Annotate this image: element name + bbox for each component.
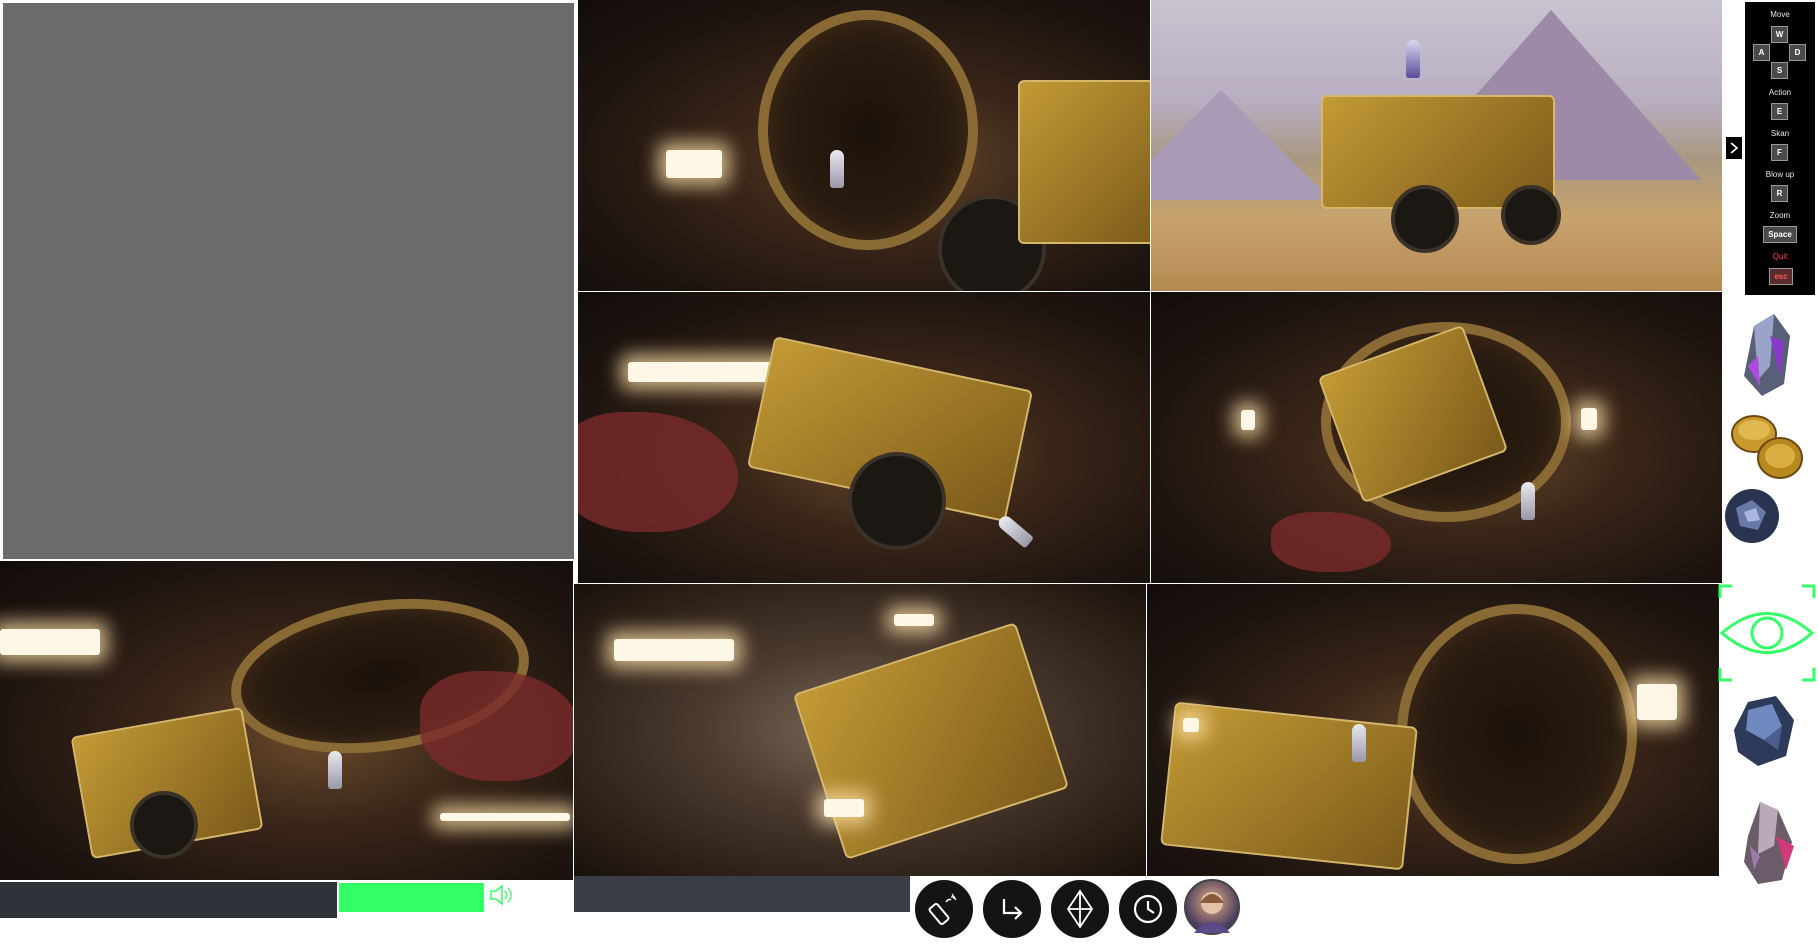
scene-astronaut-at-tunnel-mouth[interactable] bbox=[578, 0, 1150, 291]
crystal-button[interactable] bbox=[1048, 877, 1112, 941]
status-bar-middle bbox=[574, 876, 910, 912]
work-light bbox=[628, 362, 778, 382]
fuel-barrels-icon bbox=[1731, 415, 1803, 479]
tunnel-mouth bbox=[758, 10, 978, 250]
key-f[interactable]: F bbox=[1771, 144, 1788, 161]
rover-wheel bbox=[1501, 185, 1561, 245]
rover-body bbox=[1018, 80, 1150, 244]
dynamite-icon bbox=[928, 893, 957, 926]
clock-button[interactable] bbox=[1116, 877, 1180, 941]
action-label: Action bbox=[1768, 88, 1792, 97]
key-space[interactable]: Space bbox=[1763, 226, 1797, 243]
blowup-label: Blow up bbox=[1765, 170, 1795, 179]
astronaut-avatar[interactable] bbox=[1184, 879, 1240, 935]
work-light bbox=[614, 639, 734, 661]
zoom-label: Zoom bbox=[1769, 211, 1791, 220]
dynamite-button[interactable] bbox=[912, 877, 976, 941]
speaker-icon[interactable] bbox=[489, 884, 513, 906]
scene-rover-tipping-cave[interactable] bbox=[578, 292, 1150, 583]
scene-rover-driving-dust[interactable] bbox=[574, 584, 1146, 876]
quit-label: Quit bbox=[1772, 252, 1788, 261]
scene-astronaut-on-rover-desert[interactable] bbox=[1151, 0, 1722, 291]
controls-panel: Move W A D S Action E Skan F Blow up R Z… bbox=[1745, 2, 1815, 295]
rover-wheel bbox=[130, 791, 198, 859]
collapse-panel-button[interactable] bbox=[1726, 137, 1742, 159]
scene-rover-at-glowing-tunnel[interactable] bbox=[1147, 584, 1719, 876]
key-w[interactable]: W bbox=[1771, 26, 1788, 43]
work-light bbox=[0, 629, 100, 655]
work-light bbox=[666, 150, 722, 178]
work-light bbox=[1241, 410, 1255, 430]
purple-crystal-icon bbox=[1744, 314, 1790, 396]
fuel-barrels-item[interactable] bbox=[1726, 406, 1803, 484]
skan-label: Skan bbox=[1770, 129, 1790, 138]
astronaut-figure bbox=[830, 150, 844, 188]
red-rock bbox=[578, 412, 738, 532]
empty-viewport bbox=[3, 3, 574, 559]
blue-ore-icon bbox=[1734, 696, 1794, 766]
rover-wheel bbox=[1391, 185, 1459, 253]
scene-rover-entering-tunnel[interactable] bbox=[1151, 292, 1722, 583]
turn-right-arrow-icon bbox=[1002, 899, 1023, 920]
red-rock bbox=[1271, 512, 1391, 572]
crystal-icon bbox=[1066, 889, 1094, 929]
red-rock bbox=[420, 671, 573, 781]
rover-headlight bbox=[824, 799, 864, 817]
chevron-right-icon bbox=[1730, 142, 1739, 154]
rover-wheel bbox=[848, 452, 946, 550]
rover-body bbox=[792, 622, 1070, 860]
scan-eye-item[interactable] bbox=[1718, 584, 1816, 682]
astronaut-figure bbox=[995, 513, 1035, 549]
key-a[interactable]: A bbox=[1753, 44, 1770, 61]
astronaut-figure bbox=[1406, 40, 1420, 78]
key-esc[interactable]: esc bbox=[1769, 268, 1793, 285]
tunnel-mouth bbox=[1397, 604, 1637, 864]
astronaut-figure bbox=[328, 751, 342, 789]
health-bar bbox=[339, 883, 484, 912]
eye-icon bbox=[1718, 584, 1816, 682]
rover-headlight bbox=[1183, 718, 1199, 732]
work-light bbox=[1581, 408, 1597, 430]
astronaut-figure bbox=[1352, 724, 1366, 762]
blue-orb-icon bbox=[1725, 489, 1779, 543]
clock-icon bbox=[1133, 894, 1163, 924]
pink-crystal-item[interactable] bbox=[1736, 796, 1802, 884]
scene-rover-and-astronaut-cave[interactable] bbox=[0, 561, 573, 880]
work-light bbox=[1637, 684, 1677, 720]
blue-orb-item[interactable] bbox=[1722, 486, 1788, 564]
key-e[interactable]: E bbox=[1771, 103, 1788, 120]
key-r[interactable]: R bbox=[1771, 185, 1788, 202]
work-light bbox=[894, 614, 934, 626]
mountain-left bbox=[1151, 90, 1331, 200]
purple-crystal-item[interactable] bbox=[1734, 306, 1800, 396]
blue-ore-item[interactable] bbox=[1728, 690, 1794, 768]
turn-right-button[interactable] bbox=[980, 877, 1044, 941]
status-bar-left bbox=[0, 882, 337, 918]
astronaut-figure bbox=[1521, 482, 1535, 520]
key-s[interactable]: S bbox=[1771, 62, 1788, 79]
key-d[interactable]: D bbox=[1789, 44, 1806, 61]
work-light bbox=[440, 813, 570, 821]
pink-crystal-icon bbox=[1744, 802, 1794, 884]
move-label: Move bbox=[1770, 10, 1790, 19]
